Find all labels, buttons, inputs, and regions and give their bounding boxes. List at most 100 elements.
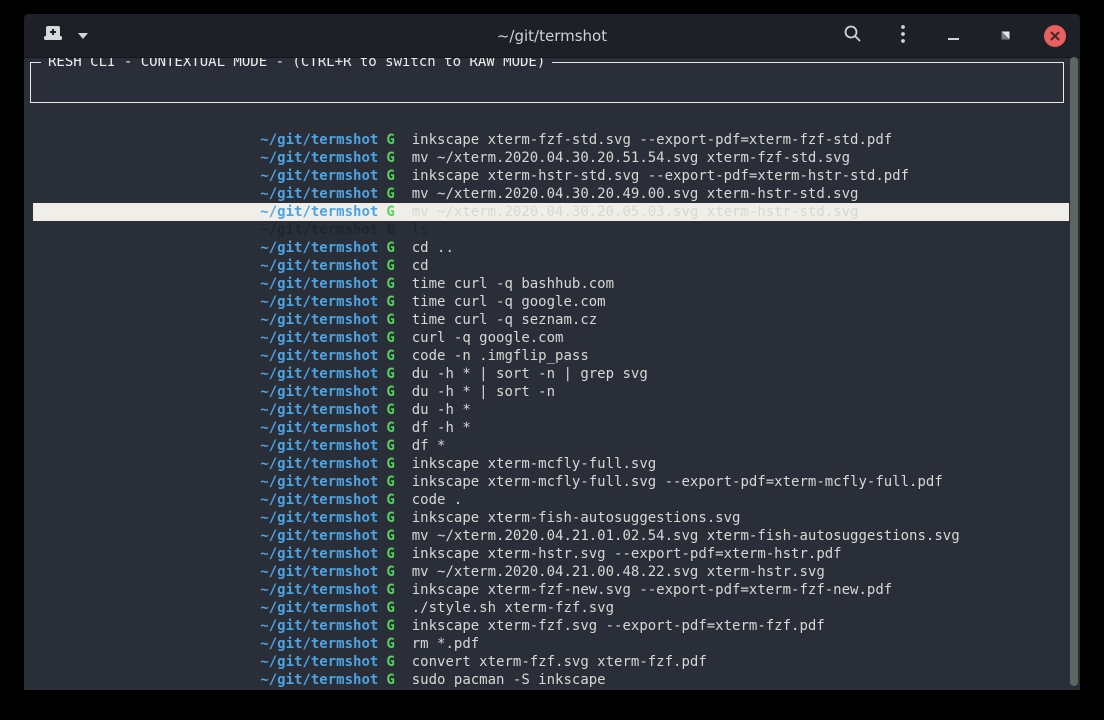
history-row[interactable]: ~/git/termshotGinkscape xterm-fzf-std.sv… xyxy=(33,113,1069,131)
history-pwd: ~/git/termshot xyxy=(260,564,378,580)
history-pwd: ~/git/termshot xyxy=(260,528,378,544)
git-indicator: G xyxy=(386,204,394,220)
history-pwd: ~/git/termshot xyxy=(260,582,378,598)
resh-search-box[interactable]: RESH CLI - CONTEXTUAL MODE - (CTRL+R to … xyxy=(30,62,1064,103)
history-pwd: ~/git/termshot xyxy=(260,276,378,292)
git-indicator: G xyxy=(386,600,394,616)
history-command: du -h * | sort -n | grep svg xyxy=(412,366,648,382)
history-pwd: ~/git/termshot xyxy=(260,618,378,634)
minimize-button[interactable] xyxy=(942,24,966,48)
history-pwd: ~/git/termshot xyxy=(260,240,378,256)
git-indicator: G xyxy=(386,150,394,166)
git-indicator: G xyxy=(386,186,394,202)
git-indicator: G xyxy=(386,510,394,526)
window-title: ~/git/termshot xyxy=(497,27,607,45)
history-command: mv ~/xterm.2020.04.30.20.05.03.svg xterm… xyxy=(412,204,859,220)
git-indicator: G xyxy=(386,384,394,400)
history-command: time curl -q bashhub.com xyxy=(412,276,614,292)
history-command: sudo pacman -S inkscape xyxy=(412,672,606,688)
history-command: inkscape xterm-hstr.svg --export-pdf=xte… xyxy=(412,546,842,562)
history-list: ~/git/termshot Ginkscape xterm-fzf-std.sv… xyxy=(33,113,1069,689)
git-indicator: G xyxy=(386,636,394,652)
menu-button[interactable] xyxy=(891,24,915,48)
history-pwd: ~/git/termshot xyxy=(260,402,378,418)
close-button[interactable] xyxy=(1044,25,1066,47)
history-pwd: ~/git/termshot xyxy=(260,150,378,166)
history-pwd: ~/git/termshot xyxy=(260,492,378,508)
git-indicator: G xyxy=(386,474,394,490)
minimize-icon xyxy=(948,26,960,45)
git-indicator: G xyxy=(386,222,394,238)
resh-header: RESH CLI - CONTEXTUAL MODE - (CTRL+R to … xyxy=(41,58,552,72)
new-tab-button[interactable] xyxy=(40,23,66,49)
restore-icon xyxy=(1000,26,1011,45)
git-indicator: G xyxy=(386,330,394,346)
history-pwd: ~/git/termshot xyxy=(260,546,378,562)
history-command: mv ~/xterm.2020.04.21.00.48.22.svg xterm… xyxy=(412,564,825,580)
history-command: time curl -q google.com xyxy=(412,294,606,310)
history-command: inkscape xterm-mcfly-full.svg xyxy=(412,456,656,472)
history-command: inkscape xterm-fzf-new.svg --export-pdf=… xyxy=(412,582,892,598)
git-indicator: G xyxy=(386,258,394,274)
git-indicator: G xyxy=(386,312,394,328)
history-pwd: ~/git/termshot xyxy=(260,420,378,436)
history-pwd: ~/git/termshot xyxy=(260,294,378,310)
history-command: inkscape xterm-fzf-std.svg --export-pdf=… xyxy=(412,132,892,148)
history-pwd: ~/git/termshot xyxy=(260,474,378,490)
git-indicator: G xyxy=(386,492,394,508)
git-indicator: G xyxy=(386,420,394,436)
new-tab-terminal-icon xyxy=(43,25,63,46)
history-command: ls xyxy=(412,222,429,238)
history-command: mv ~/xterm.2020.04.21.01.02.54.svg xterm… xyxy=(412,528,960,544)
history-pwd: ~/git/termshot xyxy=(260,168,378,184)
history-command: du -h * xyxy=(412,402,471,418)
history-command: cd .. xyxy=(412,240,454,256)
search-icon xyxy=(843,24,862,47)
chevron-down-icon[interactable] xyxy=(78,33,88,39)
history-command: inkscape xterm-hstr-std.svg --export-pdf… xyxy=(412,168,909,184)
git-indicator: G xyxy=(386,456,394,472)
history-command: ./style.sh xterm-fzf.svg xyxy=(412,600,614,616)
search-button[interactable] xyxy=(840,24,864,48)
history-command: time curl -q seznam.cz xyxy=(412,312,597,328)
history-command: df -h * xyxy=(412,420,471,436)
history-command: mv ~/xterm.2020.04.30.20.49.00.svg xterm… xyxy=(412,186,859,202)
history-pwd: ~/git/termshot xyxy=(260,330,378,346)
history-pwd: ~/git/termshot xyxy=(260,186,378,202)
git-indicator: G xyxy=(386,618,394,634)
history-pwd: ~/git/termshot xyxy=(260,510,378,526)
terminal-window: ~/git/termshot xyxy=(24,14,1080,690)
git-indicator: G xyxy=(386,654,394,670)
git-indicator: G xyxy=(386,348,394,364)
git-indicator: G xyxy=(386,438,394,454)
history-pwd: ~/git/termshot xyxy=(260,312,378,328)
git-indicator: G xyxy=(386,168,394,184)
history-pwd: ~/git/termshot xyxy=(260,204,378,220)
titlebar: ~/git/termshot xyxy=(24,14,1080,58)
history-command: inkscape xterm-fzf.svg --export-pdf=xter… xyxy=(412,618,825,634)
kebab-menu-icon xyxy=(900,24,906,48)
git-indicator: G xyxy=(386,402,394,418)
close-icon xyxy=(1050,26,1060,45)
history-pwd: ~/git/termshot xyxy=(260,348,378,364)
restore-button[interactable] xyxy=(993,24,1017,48)
history-command: inkscape xterm-fish-autosuggestions.svg xyxy=(412,510,741,526)
terminal-content: RESH CLI - CONTEXTUAL MODE - (CTRL+R to … xyxy=(24,58,1080,690)
history-command: cd xyxy=(412,258,429,274)
history-command: convert xterm-fzf.svg xterm-fzf.pdf xyxy=(412,654,707,670)
scrollbar[interactable] xyxy=(1070,57,1078,686)
git-indicator: G xyxy=(386,276,394,292)
history-command: mv ~/xterm.2020.04.30.20.51.54.svg xterm… xyxy=(412,150,850,166)
history-command: curl -q google.com xyxy=(412,330,564,346)
history-command: inkscape xterm-mcfly-full.svg --export-p… xyxy=(412,474,943,490)
git-indicator: G xyxy=(386,582,394,598)
git-indicator: G xyxy=(386,366,394,382)
git-indicator: G xyxy=(386,294,394,310)
history-command: rm *.pdf xyxy=(412,636,479,652)
resh-query-input[interactable] xyxy=(39,74,1055,92)
history-pwd: ~/git/termshot xyxy=(260,384,378,400)
history-command: code -n .imgflip_pass xyxy=(412,348,589,364)
history-pwd: ~/git/termshot xyxy=(260,438,378,454)
history-pwd: ~/git/termshot xyxy=(260,672,378,688)
git-indicator: G xyxy=(386,132,394,148)
